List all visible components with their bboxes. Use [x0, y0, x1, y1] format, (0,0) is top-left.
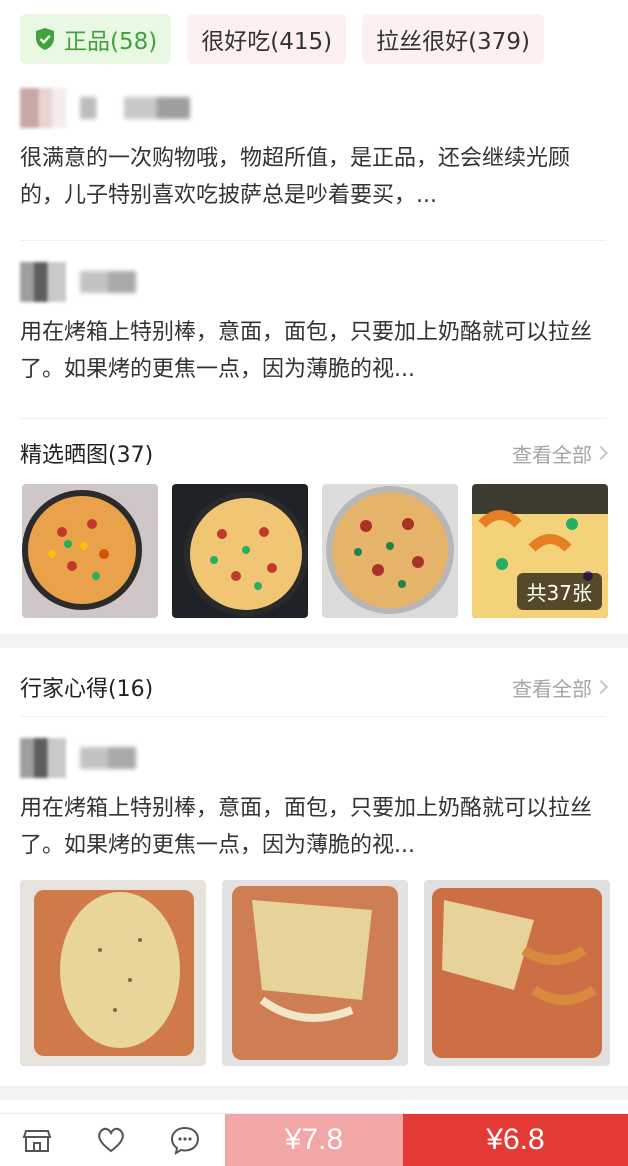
- username-blurred: [80, 97, 190, 119]
- pizza-image: [22, 484, 158, 618]
- pasta-image: [424, 880, 610, 1066]
- pasta-image: [20, 880, 206, 1066]
- username-blurred: [80, 747, 136, 769]
- chevron-right-icon: [593, 679, 609, 695]
- avatar: [20, 738, 66, 778]
- see-all-expert-link[interactable]: 查看全部: [512, 673, 609, 702]
- chat-icon: [170, 1126, 200, 1156]
- section-gap: [0, 634, 628, 648]
- divider: [20, 240, 606, 241]
- buy-price-button[interactable]: ¥6.8: [403, 1114, 628, 1166]
- price-label: ¥7.8: [284, 1123, 344, 1156]
- tag-stretchy[interactable]: 拉丝很好(379): [362, 14, 544, 64]
- photo-gallery: 共37张: [22, 484, 608, 618]
- pasta-photo[interactable]: [222, 880, 408, 1066]
- tag-label: 拉丝很好(379): [376, 29, 530, 55]
- pasta-photo[interactable]: [20, 880, 206, 1066]
- review-user-row: [20, 88, 606, 128]
- review-tag-bar: 正品(58) 很好吃(415) 拉丝很好(379): [20, 14, 544, 64]
- pizza-image: [172, 484, 308, 618]
- heart-icon: [98, 1127, 124, 1153]
- favorite-button[interactable]: [74, 1114, 148, 1166]
- review-user-row: [20, 262, 606, 302]
- see-all-label: 查看全部: [512, 442, 592, 467]
- photo-count-badge: 共37张: [516, 573, 602, 610]
- review-text: 很满意的一次购物哦，物超所值，是正品，还会继续光顾的，儿子特别喜欢吃披萨总是吵着…: [20, 146, 571, 208]
- expert-section-header: 行家心得(16) 查看全部: [20, 672, 609, 702]
- see-all-photos-link[interactable]: 查看全部: [512, 439, 609, 468]
- see-all-label: 查看全部: [512, 676, 592, 701]
- review-item[interactable]: 用在烤箱上特别棒，意面，面包，只要加上奶酪就可以拉丝了。如果烤的更焦一点，因为薄…: [20, 262, 606, 388]
- bottom-action-bar: ¥7.8 ¥6.8: [0, 1113, 628, 1166]
- divider: [20, 716, 606, 717]
- tag-authentic[interactable]: 正品(58): [20, 14, 172, 64]
- pizza-photo[interactable]: [22, 484, 158, 618]
- section-gap: [0, 1086, 628, 1100]
- expert-section-title: 行家心得(16): [20, 677, 154, 702]
- avatar: [20, 262, 66, 302]
- pasta-image: [222, 880, 408, 1066]
- photos-section-header: 精选晒图(37) 查看全部: [20, 438, 609, 468]
- tag-label: 正品(58): [64, 29, 158, 55]
- chevron-right-icon: [593, 445, 609, 461]
- original-price-button[interactable]: ¥7.8: [225, 1114, 403, 1166]
- review-text: 用在烤箱上特别棒，意面，面包，只要加上奶酪就可以拉丝了。如果烤的更焦一点，因为薄…: [20, 320, 593, 382]
- expert-review-item[interactable]: 用在烤箱上特别棒，意面，面包，只要加上奶酪就可以拉丝了。如果烤的更焦一点，因为薄…: [20, 738, 606, 864]
- pizza-image: [322, 484, 458, 618]
- chat-button[interactable]: [148, 1114, 222, 1166]
- tag-tasty[interactable]: 很好吃(415): [187, 14, 347, 64]
- pizza-photo[interactable]: [322, 484, 458, 618]
- store-button[interactable]: [0, 1114, 74, 1166]
- shield-check-icon: [36, 28, 54, 50]
- pizza-photo[interactable]: 共37张: [472, 484, 608, 618]
- review-user-row: [20, 738, 606, 778]
- tag-label: 很好吃(415): [201, 29, 333, 55]
- divider: [20, 418, 606, 419]
- review-item[interactable]: 很满意的一次购物哦，物超所值，是正品，还会继续光顾的，儿子特别喜欢吃披萨总是吵着…: [20, 88, 606, 214]
- store-icon: [22, 1130, 52, 1152]
- pizza-photo[interactable]: [172, 484, 308, 618]
- photos-section-title: 精选晒图(37): [20, 443, 154, 468]
- review-text: 用在烤箱上特别棒，意面，面包，只要加上奶酪就可以拉丝了。如果烤的更焦一点，因为薄…: [20, 796, 593, 858]
- pasta-photo[interactable]: [424, 880, 610, 1066]
- username-blurred: [80, 271, 136, 293]
- avatar: [20, 88, 66, 128]
- price-label: ¥6.8: [486, 1123, 545, 1156]
- expert-photo-row: [20, 880, 610, 1066]
